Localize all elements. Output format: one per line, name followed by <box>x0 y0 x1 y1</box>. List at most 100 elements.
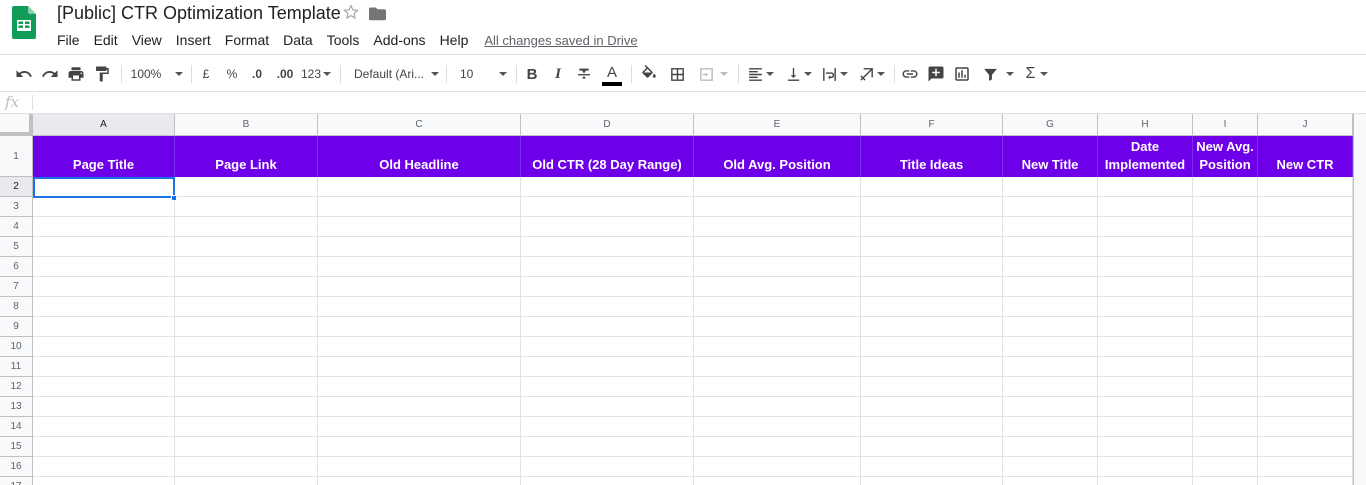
cell-c6[interactable] <box>318 257 521 277</box>
cell-a14[interactable] <box>33 417 175 437</box>
cell-f5[interactable] <box>861 237 1003 257</box>
cell-i7[interactable] <box>1193 277 1258 297</box>
cell-g8[interactable] <box>1003 297 1098 317</box>
cell-a10[interactable] <box>33 337 175 357</box>
header-cell-g[interactable]: New Title <box>1003 136 1098 177</box>
cell-j15[interactable] <box>1258 437 1353 457</box>
cell-h15[interactable] <box>1098 437 1193 457</box>
cell-j17[interactable] <box>1258 477 1353 485</box>
column-header-e[interactable]: E <box>694 114 861 136</box>
row-header-5[interactable]: 5 <box>0 237 33 257</box>
cell-i17[interactable] <box>1193 477 1258 485</box>
row-header-17[interactable]: 17 <box>0 477 33 485</box>
header-cell-e[interactable]: Old Avg. Position <box>694 136 861 177</box>
undo-button[interactable] <box>12 55 36 93</box>
insert-link-button[interactable] <box>898 55 922 93</box>
cell-b14[interactable] <box>175 417 318 437</box>
cell-d14[interactable] <box>521 417 694 437</box>
cell-c4[interactable] <box>318 217 521 237</box>
cell-d5[interactable] <box>521 237 694 257</box>
header-cell-i[interactable]: New Avg. Position <box>1193 136 1258 177</box>
cell-d8[interactable] <box>521 297 694 317</box>
cell-e14[interactable] <box>694 417 861 437</box>
row-header-4[interactable]: 4 <box>0 217 33 237</box>
cell-h17[interactable] <box>1098 477 1193 485</box>
cell-i16[interactable] <box>1193 457 1258 477</box>
row-header-6[interactable]: 6 <box>0 257 33 277</box>
cell-i8[interactable] <box>1193 297 1258 317</box>
spreadsheet-grid[interactable]: A B C D E F G H I J 1 Page Title Page Link Old Headli… <box>0 114 1366 485</box>
header-cell-a[interactable]: Page Title <box>33 136 175 177</box>
cell-a13[interactable] <box>33 397 175 417</box>
cell-e5[interactable] <box>694 237 861 257</box>
text-rotation-button[interactable] <box>854 55 888 93</box>
strikethrough-button[interactable] <box>574 55 594 93</box>
cell-c12[interactable] <box>318 377 521 397</box>
row-header-3[interactable]: 3 <box>0 197 33 217</box>
cell-e12[interactable] <box>694 377 861 397</box>
cell-g5[interactable] <box>1003 237 1098 257</box>
cell-f9[interactable] <box>861 317 1003 337</box>
cell-h4[interactable] <box>1098 217 1193 237</box>
cell-b15[interactable] <box>175 437 318 457</box>
cell-f2[interactable] <box>861 177 1003 197</box>
cell-e11[interactable] <box>694 357 861 377</box>
cell-e7[interactable] <box>694 277 861 297</box>
cell-e15[interactable] <box>694 437 861 457</box>
header-cell-d[interactable]: Old CTR (28 Day Range) <box>521 136 694 177</box>
cell-g2[interactable] <box>1003 177 1098 197</box>
document-title[interactable]: [Public] CTR Optimization Template <box>57 3 341 24</box>
cell-f17[interactable] <box>861 477 1003 485</box>
cell-c7[interactable] <box>318 277 521 297</box>
cell-b11[interactable] <box>175 357 318 377</box>
cell-j6[interactable] <box>1258 257 1353 277</box>
menu-edit[interactable]: Edit <box>87 31 125 49</box>
cell-g13[interactable] <box>1003 397 1098 417</box>
cell-i15[interactable] <box>1193 437 1258 457</box>
cell-c10[interactable] <box>318 337 521 357</box>
cell-i3[interactable] <box>1193 197 1258 217</box>
menu-view[interactable]: View <box>125 31 169 49</box>
cell-c11[interactable] <box>318 357 521 377</box>
row-header-16[interactable]: 16 <box>0 457 33 477</box>
menu-format[interactable]: Format <box>218 31 276 49</box>
cell-f15[interactable] <box>861 437 1003 457</box>
cell-a3[interactable] <box>33 197 175 217</box>
select-all-corner[interactable] <box>0 114 33 136</box>
cell-f6[interactable] <box>861 257 1003 277</box>
cell-a7[interactable] <box>33 277 175 297</box>
cell-h12[interactable] <box>1098 377 1193 397</box>
cell-i9[interactable] <box>1193 317 1258 337</box>
percent-format-button[interactable]: % <box>222 55 242 93</box>
cell-d16[interactable] <box>521 457 694 477</box>
cell-f4[interactable] <box>861 217 1003 237</box>
cell-g15[interactable] <box>1003 437 1098 457</box>
cell-j5[interactable] <box>1258 237 1353 257</box>
cell-a5[interactable] <box>33 237 175 257</box>
cell-e3[interactable] <box>694 197 861 217</box>
menu-insert[interactable]: Insert <box>169 31 218 49</box>
save-status-link[interactable]: All changes saved in Drive <box>484 33 637 48</box>
cell-j8[interactable] <box>1258 297 1353 317</box>
cell-h16[interactable] <box>1098 457 1193 477</box>
cell-c8[interactable] <box>318 297 521 317</box>
cell-g17[interactable] <box>1003 477 1098 485</box>
cell-d6[interactable] <box>521 257 694 277</box>
cell-a12[interactable] <box>33 377 175 397</box>
cell-c17[interactable] <box>318 477 521 485</box>
cell-j10[interactable] <box>1258 337 1353 357</box>
column-header-i[interactable]: I <box>1193 114 1258 136</box>
cell-i14[interactable] <box>1193 417 1258 437</box>
cell-f12[interactable] <box>861 377 1003 397</box>
cell-g11[interactable] <box>1003 357 1098 377</box>
cell-f10[interactable] <box>861 337 1003 357</box>
cell-e8[interactable] <box>694 297 861 317</box>
insert-comment-button[interactable] <box>924 55 948 93</box>
column-header-c[interactable]: C <box>318 114 521 136</box>
row-header-14[interactable]: 14 <box>0 417 33 437</box>
cell-d13[interactable] <box>521 397 694 417</box>
cell-i4[interactable] <box>1193 217 1258 237</box>
cell-b4[interactable] <box>175 217 318 237</box>
cell-b6[interactable] <box>175 257 318 277</box>
cell-f8[interactable] <box>861 297 1003 317</box>
